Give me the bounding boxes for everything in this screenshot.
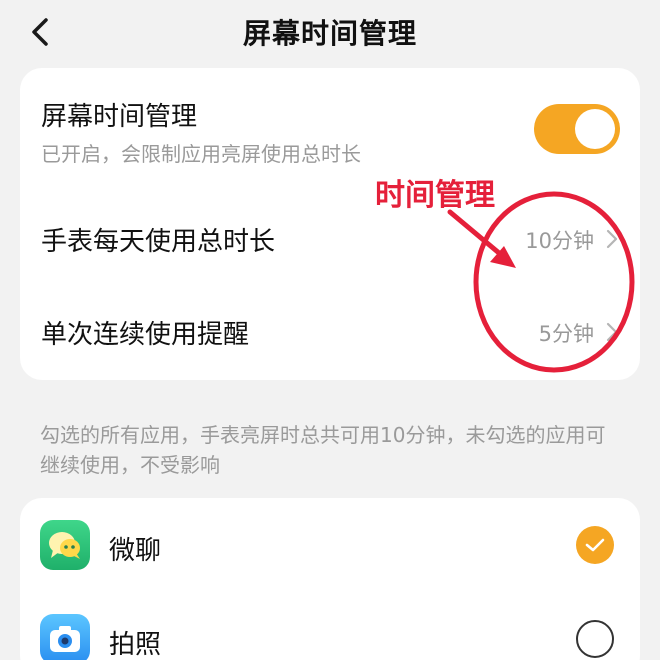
screen-time-switch[interactable] <box>534 104 620 154</box>
daily-limit-row[interactable]: 手表每天使用总时长 10分钟 <box>20 193 640 283</box>
camera-icon <box>40 614 90 660</box>
app-checkbox-unchecked[interactable] <box>576 620 614 658</box>
app-row-camera[interactable]: 拍照 <box>20 596 640 660</box>
settings-card: 屏幕时间管理 已开启，会限制应用亮屏使用总时长 手表每天使用总时长 10分钟 单… <box>20 68 640 380</box>
continuous-reminder-label: 单次连续使用提醒 <box>41 320 250 350</box>
app-checkbox-checked[interactable] <box>576 526 614 564</box>
app-row-weiliao[interactable]: 微聊 <box>20 502 640 590</box>
continuous-reminder-row[interactable]: 单次连续使用提醒 5分钟 <box>20 286 640 376</box>
app-name: 拍照 <box>109 630 162 660</box>
screen-time-subtitle: 已开启，会限制应用亮屏使用总时长 <box>41 142 361 166</box>
top-bar: 屏幕时间管理 <box>0 0 660 64</box>
chevron-right-icon <box>606 229 618 249</box>
apps-card: 微聊 拍照 <box>20 498 640 660</box>
chat-bubbles-icon <box>40 520 90 570</box>
daily-limit-value: 10分钟 <box>525 229 594 253</box>
app-name: 微聊 <box>109 536 162 566</box>
daily-limit-label: 手表每天使用总时长 <box>41 227 276 257</box>
checkmark-icon <box>585 538 605 552</box>
chevron-right-icon <box>606 322 618 342</box>
screen-time-title: 屏幕时间管理 <box>41 102 198 132</box>
app-selection-hint: 勾选的所有应用，手表亮屏时总共可用10分钟，未勾选的应用可继续使用，不受影响 <box>40 423 606 477</box>
continuous-reminder-value: 5分钟 <box>538 322 594 346</box>
screen-time-toggle-row: 屏幕时间管理 已开启，会限制应用亮屏使用总时长 <box>20 68 640 172</box>
page-title: 屏幕时间管理 <box>242 17 417 50</box>
switch-knob <box>575 109 615 149</box>
